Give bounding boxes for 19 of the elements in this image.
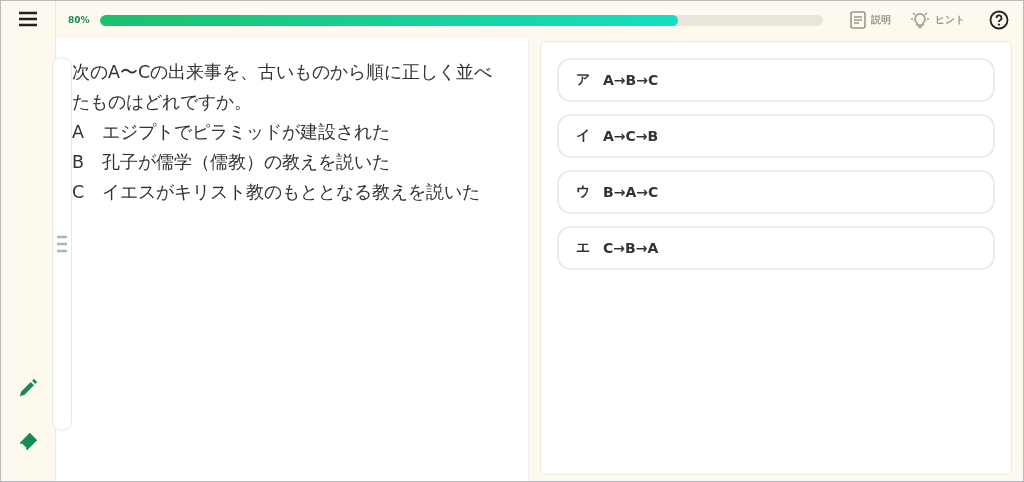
menu-icon [18, 9, 38, 29]
question-text: A エジプトでピラミッドが建設された [72, 121, 391, 144]
progress-label: 80% [68, 15, 91, 25]
help-button[interactable] [989, 10, 1009, 30]
grip-icon [57, 235, 67, 253]
answer-choice[interactable]: エ C→B→A [557, 226, 995, 270]
question-text: C イエスがキリスト教のもととなる教えを説いた [72, 181, 482, 204]
answer-choice[interactable]: ア A→B→C [557, 58, 995, 102]
question-text: B 孔子が儒学（儒教）の教えを説いた [72, 151, 391, 174]
eraser-icon[interactable] [17, 431, 39, 453]
answer-choice[interactable]: ウ B→A→C [557, 170, 995, 214]
menu-button[interactable] [18, 9, 38, 29]
pencil-icon[interactable] [17, 377, 39, 399]
question-text: 次のA〜Cの出来事を、古いものから順に正しく並べたものはどれですか。 [72, 61, 494, 114]
answer-choice[interactable]: イ A→C→B [557, 114, 995, 158]
help-icon [989, 10, 1009, 30]
lightbulb-icon [909, 11, 931, 29]
resize-handle[interactable] [52, 57, 72, 431]
document-icon [849, 11, 867, 29]
